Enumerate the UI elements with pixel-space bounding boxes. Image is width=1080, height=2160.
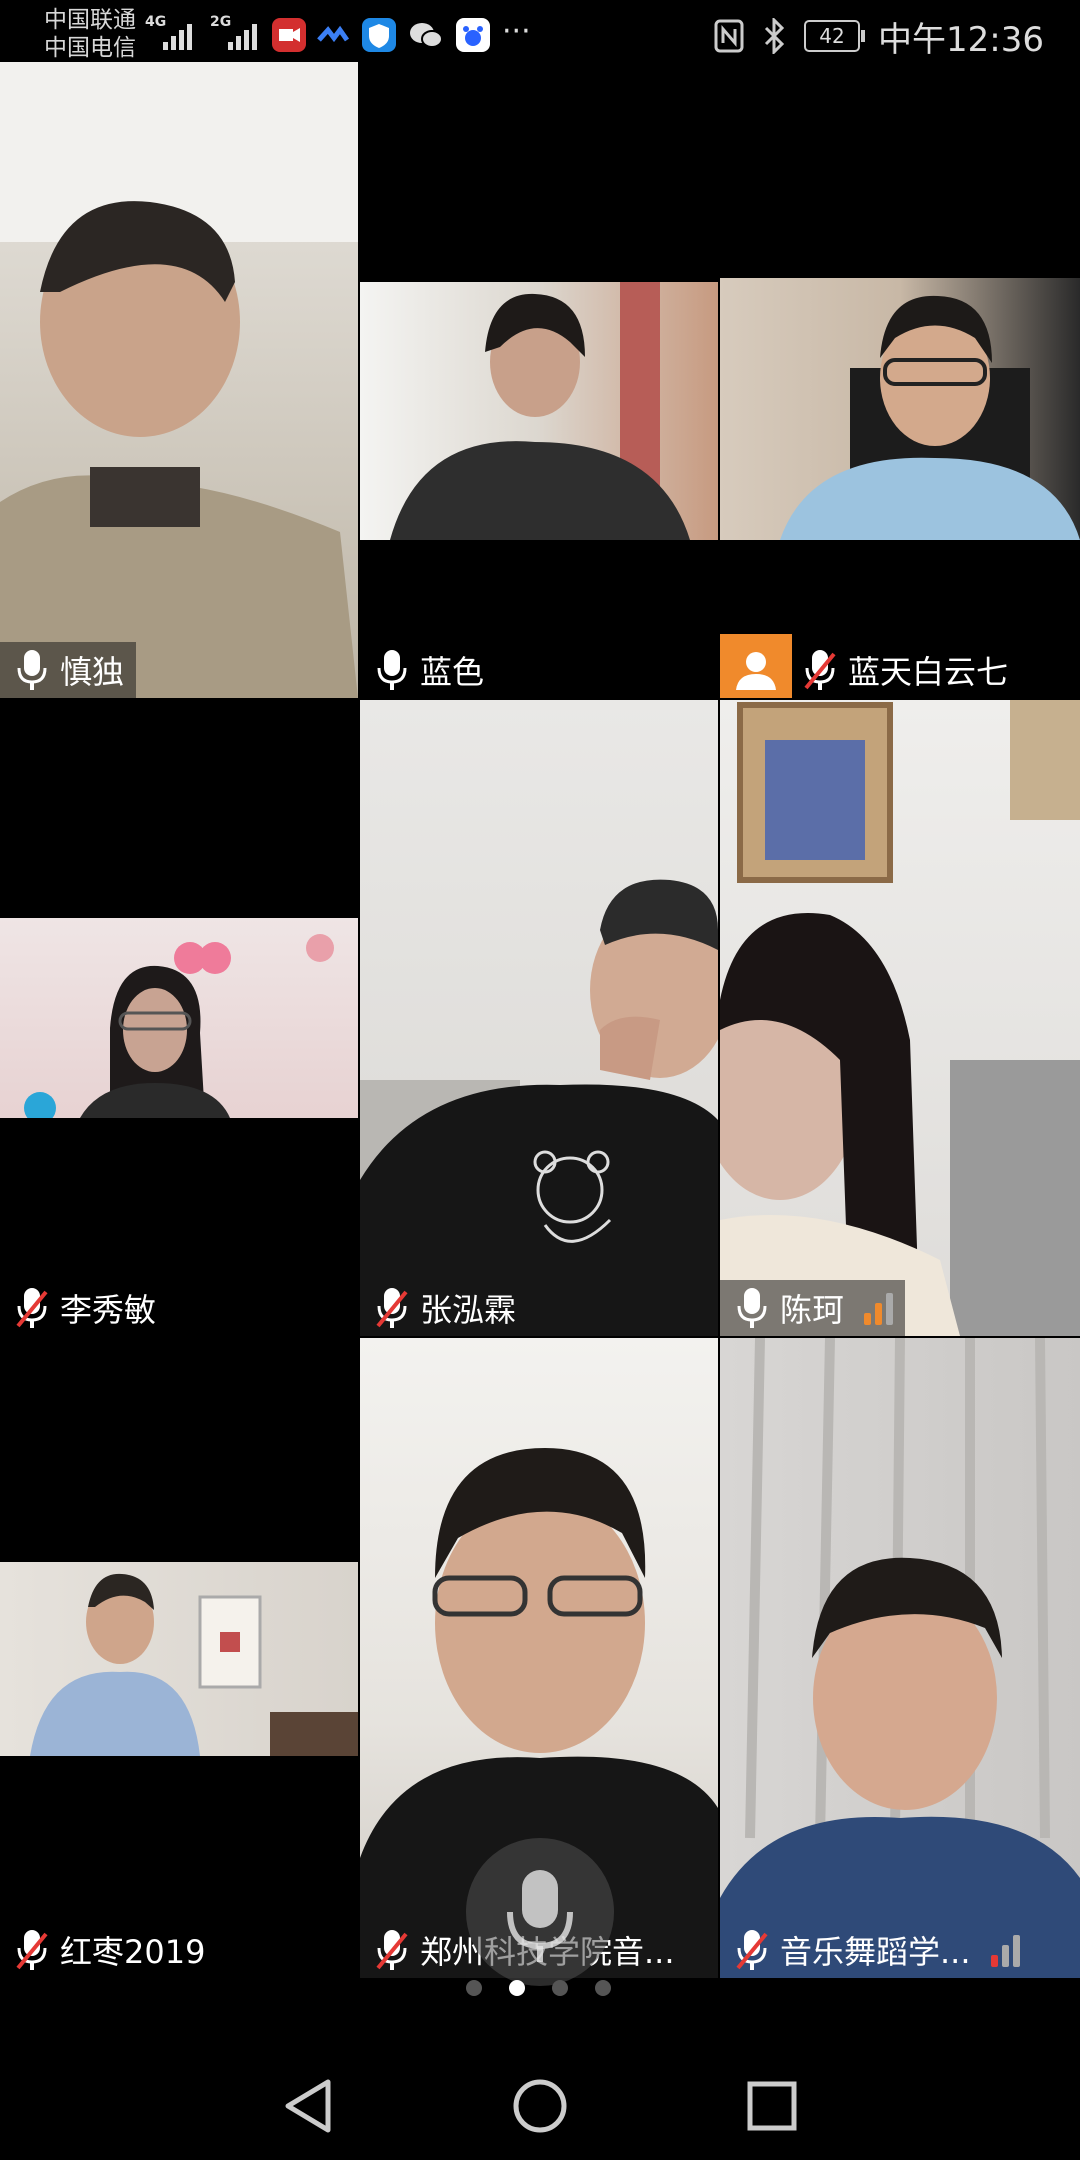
participant-video-image: [390, 282, 690, 540]
video-tile-6[interactable]: 陈珂: [720, 700, 1080, 1336]
participant-video-image: [360, 879, 718, 1336]
participant-name: 蓝色: [420, 653, 485, 691]
carrier-2: 中国电信: [44, 35, 136, 61]
participant-video-image: [0, 62, 358, 698]
video-feed: [0, 62, 358, 698]
participant-name: 陈珂: [780, 1291, 845, 1329]
mic-muted-icon: [736, 1930, 768, 1970]
participant-label: 蓝天白云七: [720, 634, 1020, 698]
mic-muted-icon: [16, 1288, 48, 1328]
participant-label: 张泓霖: [360, 1280, 528, 1336]
status-bar: 中国联通 中国电信 4G 2G ··· 42 中午12:36: [44, 6, 1044, 62]
mute-toggle-button[interactable]: [466, 1838, 614, 1986]
back-icon[interactable]: [276, 2074, 340, 2138]
avatar: [720, 634, 792, 698]
video-feed: [720, 1338, 1080, 1978]
baidu-icon: [456, 18, 490, 52]
carrier-1: 中国联通: [44, 7, 136, 33]
participant-label: 陈珂: [720, 1280, 906, 1336]
video-tile-2[interactable]: 蓝色: [360, 62, 718, 698]
participant-name: 蓝天白云七: [848, 653, 1009, 691]
participant-name: 张泓霖: [420, 1291, 517, 1329]
video-tile-4[interactable]: 李秀敏: [0, 700, 358, 1336]
mic-muted-icon: [376, 1288, 408, 1328]
battery-indicator: 42: [804, 20, 866, 52]
participant-label: 李秀敏: [0, 1280, 168, 1336]
page-dot[interactable]: [552, 1980, 568, 1996]
video-tile-3[interactable]: 蓝天白云七: [720, 62, 1080, 698]
recents-icon[interactable]: [740, 2074, 804, 2138]
mic-on-icon: [737, 1288, 767, 1328]
page-dot-active[interactable]: [509, 1980, 525, 1996]
avatar-icon: [736, 652, 776, 690]
network-signal-icon: [864, 1291, 894, 1325]
clock: 中午12:36: [878, 19, 1044, 60]
participant-name: 李秀敏: [60, 1291, 157, 1329]
video-tile-1[interactable]: 慎独: [0, 62, 358, 698]
video-app-icon: [272, 18, 306, 52]
mic-on-icon: [17, 650, 47, 690]
navigation-bar: [0, 2040, 1080, 2160]
video-feed: [720, 278, 1080, 540]
more-notifications-icon: ···: [502, 14, 531, 49]
participant-label: 音乐舞蹈学...: [720, 1922, 1032, 1978]
lark-icon: [316, 18, 350, 52]
video-feed: [0, 918, 358, 1124]
participant-video-image: [24, 934, 334, 1124]
video-tile-5[interactable]: 张泓霖: [360, 700, 718, 1336]
video-tile-9[interactable]: 音乐舞蹈学...: [720, 1338, 1080, 1978]
participant-video-image: [30, 1573, 358, 1756]
page-dot[interactable]: [466, 1980, 482, 1996]
video-feed: [360, 700, 718, 1336]
video-feed: [360, 282, 718, 540]
nfc-icon: [714, 19, 744, 53]
shield-app-icon: [362, 18, 396, 52]
wechat-icon: [408, 18, 443, 52]
participant-label: 蓝色: [360, 642, 496, 698]
video-tile-7[interactable]: 红枣2019: [0, 1338, 358, 1978]
status-right: 42 中午12:36: [714, 14, 1044, 60]
microphone-icon: [507, 1870, 573, 1962]
video-feed: [720, 700, 1080, 1336]
network-signal-icon: [990, 1933, 1020, 1967]
participant-name: 音乐舞蹈学...: [780, 1933, 971, 1971]
participant-video-image: [720, 700, 1080, 1336]
page-indicator[interactable]: [466, 1980, 611, 1996]
participant-video-image: [780, 295, 1080, 540]
video-feed: [0, 1562, 358, 1756]
mic-on-icon: [377, 650, 407, 690]
home-icon[interactable]: [508, 2074, 572, 2138]
participant-video-image: [720, 1338, 1080, 1978]
mic-muted-icon: [376, 1930, 408, 1970]
carrier-info: 中国联通 中国电信: [44, 6, 136, 62]
page-dot[interactable]: [595, 1980, 611, 1996]
participant-label: 慎独: [0, 642, 137, 698]
bluetooth-icon: [764, 18, 785, 54]
participant-name: 慎独: [60, 653, 125, 691]
mic-muted-icon: [804, 650, 836, 690]
mic-muted-icon: [16, 1930, 48, 1970]
participant-label: 红枣2019: [0, 1922, 217, 1978]
participant-name: 红枣2019: [60, 1933, 206, 1971]
